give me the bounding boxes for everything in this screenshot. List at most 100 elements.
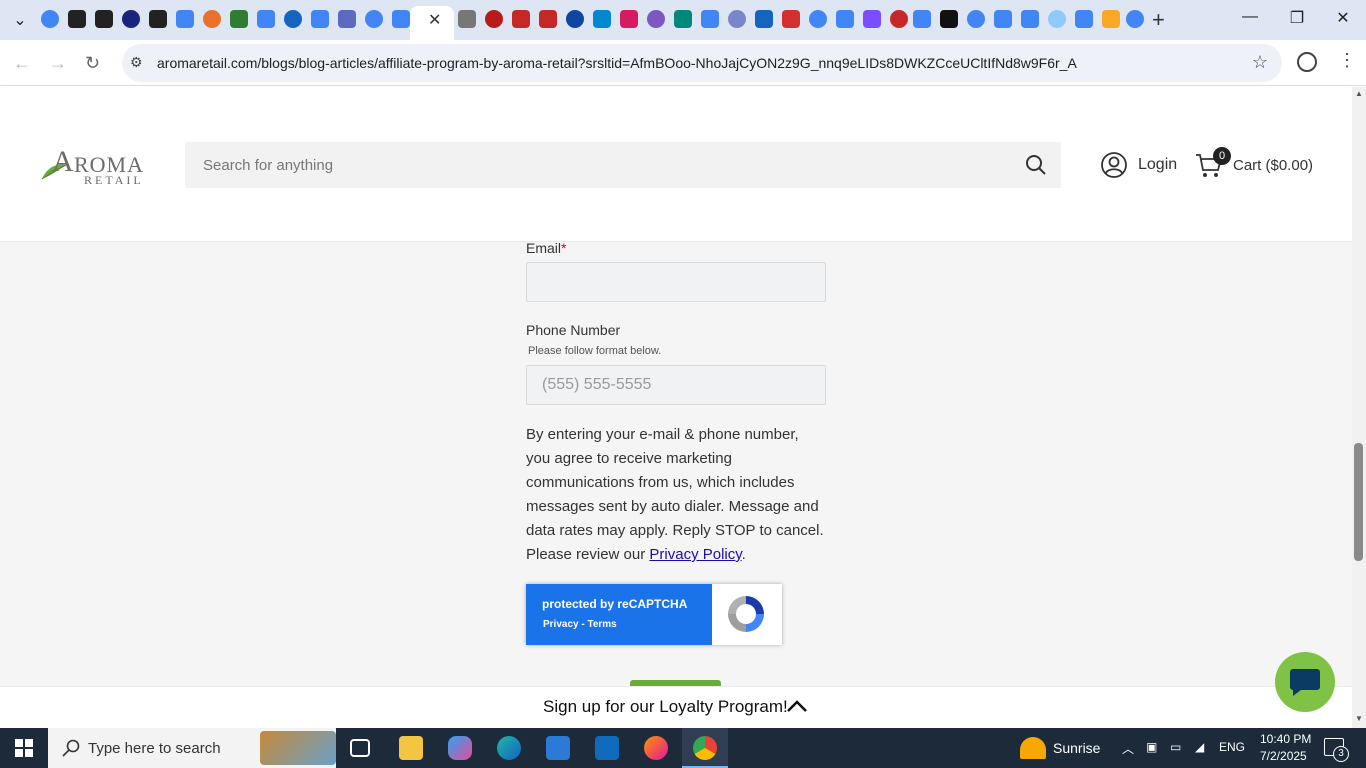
url-text[interactable]: aromaretail.com/blogs/blog-articles/affi… <box>157 55 1077 71</box>
search-box <box>185 142 1061 188</box>
back-icon[interactable]: ← <box>13 53 31 74</box>
tab-favicon-icon[interactable] <box>122 10 140 28</box>
bookmark-star-icon[interactable]: ☆ <box>1252 52 1268 73</box>
scroll-down-icon[interactable]: ▼ <box>1355 714 1363 723</box>
meet-icon[interactable]: ▣ <box>1146 740 1157 754</box>
tab-favicon-icon[interactable] <box>1021 10 1039 28</box>
new-tab-button[interactable]: + <box>1152 7 1165 33</box>
battery-icon[interactable]: ▭ <box>1170 740 1181 754</box>
outlook-icon[interactable] <box>595 736 619 760</box>
tab-favicon-icon[interactable] <box>593 10 611 28</box>
privacy-policy-link[interactable]: Privacy Policy <box>649 546 741 563</box>
weather-icon[interactable] <box>1020 737 1046 759</box>
tab-favicon-icon[interactable] <box>176 10 194 28</box>
phone-hint: Please follow format below. <box>528 345 662 357</box>
windows-start-icon[interactable] <box>15 739 33 757</box>
chrome-icon[interactable] <box>693 736 717 760</box>
tab-favicon-icon[interactable] <box>566 10 584 28</box>
chat-button[interactable] <box>1275 652 1335 712</box>
tab-favicon-icon[interactable] <box>755 10 773 28</box>
task-view-icon[interactable] <box>350 739 370 757</box>
address-bar[interactable]: ⚙ aromaretail.com/blogs/blog-articles/af… <box>122 44 1282 82</box>
tab-favicon-icon[interactable] <box>41 10 59 28</box>
clock-date[interactable]: 7/2/2025 <box>1260 749 1307 763</box>
tray-chevron-icon[interactable]: ︿ <box>1122 740 1134 757</box>
tab-favicon-icon[interactable] <box>284 10 302 28</box>
minimize-icon[interactable]: — <box>1240 8 1260 26</box>
tab-favicon-icon[interactable] <box>863 10 881 28</box>
recaptcha-links[interactable]: Privacy - Terms <box>543 619 617 630</box>
restore-icon[interactable]: ❐ <box>1287 8 1307 28</box>
search-icon[interactable] <box>1025 154 1047 176</box>
tab-favicon-icon[interactable] <box>701 10 719 28</box>
tab-favicon-icon[interactable] <box>1075 10 1093 28</box>
tab-favicon-icon[interactable] <box>203 10 221 28</box>
tab-favicon-icon[interactable] <box>1126 10 1144 28</box>
tab-close-icon[interactable]: ✕ <box>428 10 441 30</box>
tab-favicon-icon[interactable] <box>257 10 275 28</box>
recaptcha-label-panel: protected by reCAPTCHA Privacy - Terms <box>526 584 712 645</box>
tab-favicon-icon[interactable] <box>967 10 985 28</box>
cart-label: Cart ($0.00) <box>1233 157 1314 174</box>
close-window-icon[interactable]: ✕ <box>1333 8 1353 28</box>
tab-favicon-icon[interactable] <box>512 10 530 28</box>
browser-tab-strip: ⌄ ✕ + — ❐ ✕ <box>0 0 1366 40</box>
scroll-thumb[interactable] <box>1354 443 1363 561</box>
tab-favicon-icon[interactable] <box>890 10 908 28</box>
tab-favicon-icon[interactable] <box>809 10 827 28</box>
tab-favicon-icon[interactable] <box>647 10 665 28</box>
clock-time[interactable]: 10:40 PM <box>1260 732 1311 746</box>
tab-favicon-icon[interactable] <box>68 10 86 28</box>
tab-favicon-icon[interactable] <box>458 10 476 28</box>
tab-favicon-icon[interactable] <box>782 10 800 28</box>
tab-favicon-icon[interactable] <box>149 10 167 28</box>
tab-favicon-icon[interactable] <box>392 10 410 28</box>
recaptcha-badge[interactable]: protected by reCAPTCHA Privacy - Terms <box>526 584 782 645</box>
language-indicator[interactable]: ENG <box>1219 740 1245 754</box>
chevron-up-icon[interactable] <box>786 699 808 713</box>
tab-favicon-icon[interactable] <box>620 10 638 28</box>
site-info-icon[interactable]: ⚙ <box>130 54 143 71</box>
tab-favicon-icon[interactable] <box>1048 10 1066 28</box>
search-input[interactable] <box>185 142 1005 188</box>
browser-menu-icon[interactable]: ⋮ <box>1338 50 1356 71</box>
tab-favicon-icon[interactable] <box>1102 10 1120 28</box>
file-explorer-icon[interactable] <box>399 736 423 760</box>
tab-favicon-icon[interactable] <box>994 10 1012 28</box>
tab-favicon-icon[interactable] <box>940 10 958 28</box>
aroma-retail-logo[interactable]: A ROMA RETAIL <box>40 145 160 187</box>
store-icon[interactable] <box>546 736 570 760</box>
weather-text[interactable]: Sunrise <box>1053 740 1100 756</box>
tab-favicon-icon[interactable] <box>728 10 746 28</box>
consent-end: . <box>741 546 746 563</box>
cart-count-badge: 0 <box>1213 147 1231 165</box>
tab-favicon-icon[interactable] <box>338 10 356 28</box>
taskbar-search[interactable]: Type here to search <box>48 728 336 768</box>
edge-icon[interactable] <box>497 736 521 760</box>
loyalty-program-bar[interactable]: Sign up for our Loyalty Program! <box>0 686 1352 728</box>
chat-bubble-icon <box>1290 669 1320 696</box>
required-mark: * <box>561 240 567 256</box>
email-field[interactable] <box>526 262 826 302</box>
tab-favicon-icon[interactable] <box>311 10 329 28</box>
windows-taskbar: Type here to search Sunrise ︿ ▣ ▭ ◢ ENG … <box>0 728 1366 768</box>
tab-favicon-icon[interactable] <box>485 10 503 28</box>
tab-favicon-icon[interactable] <box>365 10 383 28</box>
wifi-icon[interactable]: ◢ <box>1195 740 1204 754</box>
recaptcha-logo-icon <box>728 596 764 632</box>
tab-favicon-icon[interactable] <box>230 10 248 28</box>
profile-icon[interactable] <box>1297 52 1317 72</box>
tab-favicon-icon[interactable] <box>95 10 113 28</box>
firefox-icon[interactable] <box>644 736 668 760</box>
tab-favicon-icon[interactable] <box>913 10 931 28</box>
phone-field[interactable] <box>526 365 826 405</box>
scroll-up-icon[interactable]: ▲ <box>1355 89 1363 98</box>
tab-search-chevron-icon[interactable]: ⌄ <box>10 10 30 30</box>
page-scrollbar[interactable]: ▲ ▼ <box>1352 87 1366 728</box>
tab-favicon-icon[interactable] <box>674 10 692 28</box>
forward-icon[interactable]: → <box>49 53 67 74</box>
reload-icon[interactable]: ↻ <box>85 53 100 74</box>
tab-favicon-icon[interactable] <box>836 10 854 28</box>
tab-favicon-icon[interactable] <box>539 10 557 28</box>
copilot-icon[interactable] <box>448 736 472 760</box>
